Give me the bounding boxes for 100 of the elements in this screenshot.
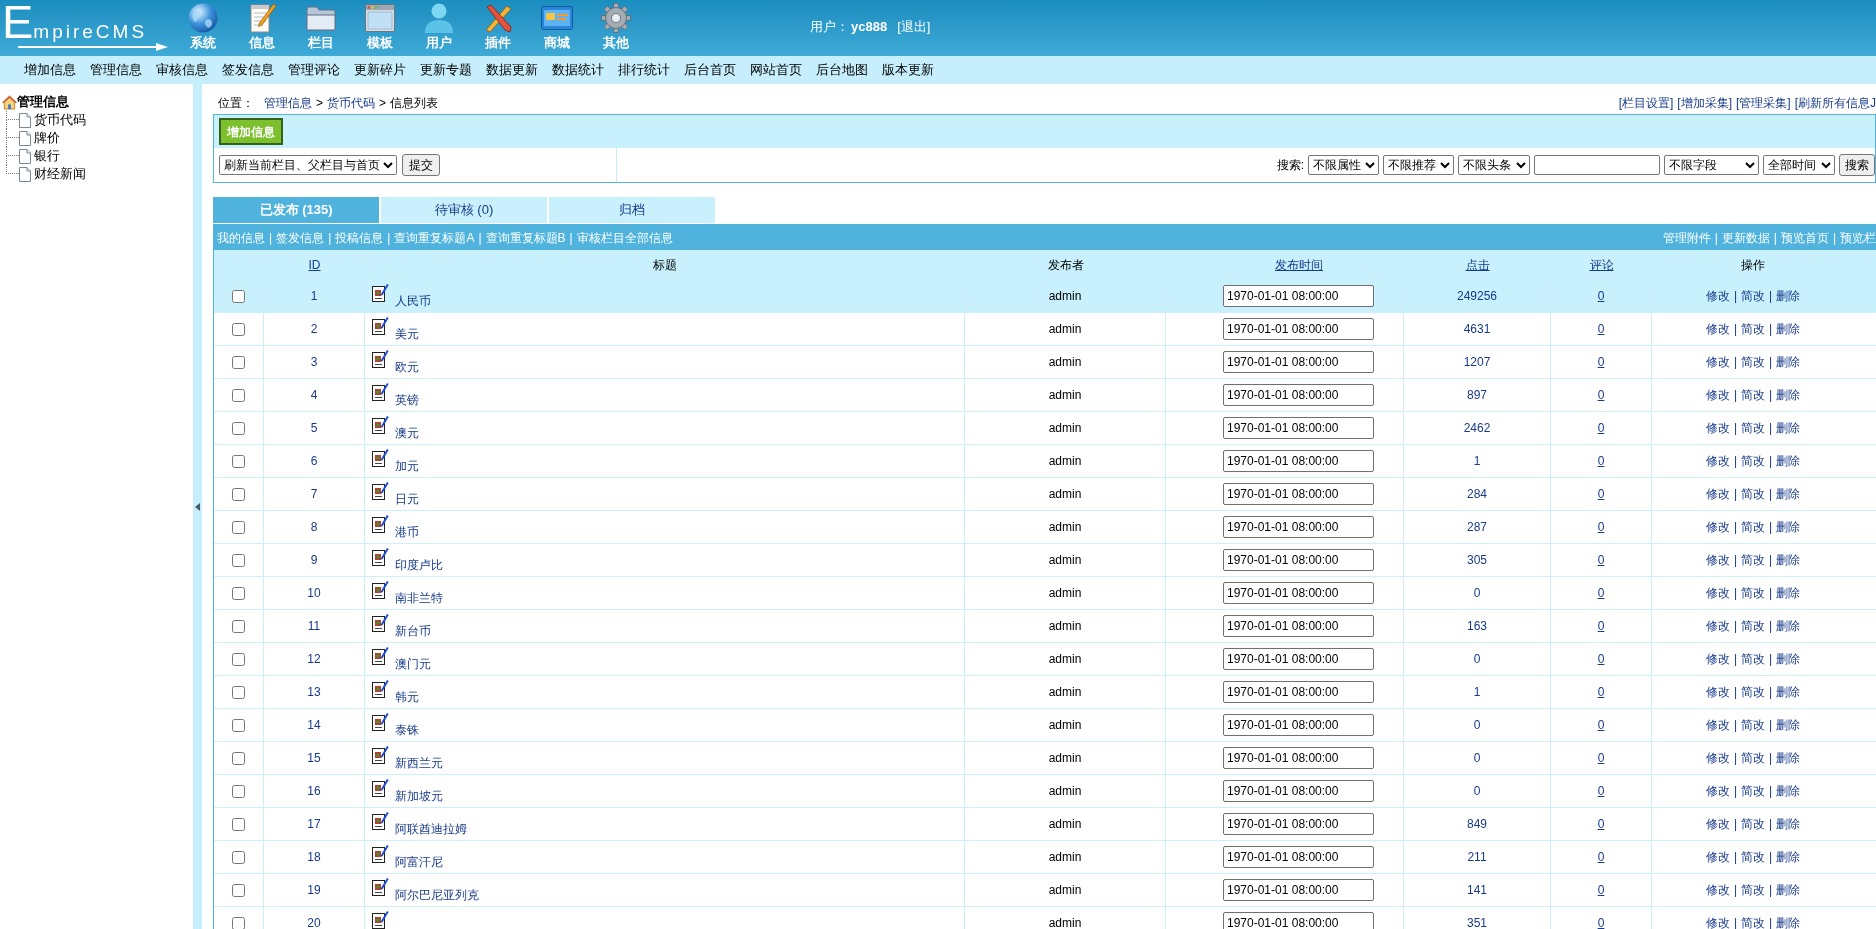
action-link[interactable]: 删除	[1776, 650, 1801, 668]
comments-link[interactable]: 0	[1597, 881, 1605, 899]
top-link[interactable]: [增加采集]	[1677, 94, 1732, 112]
title-link[interactable]: 美元	[395, 324, 419, 343]
date-field[interactable]: 1970-01-01 08:00:00	[1223, 483, 1374, 505]
row-checkbox[interactable]	[232, 652, 245, 666]
sort-link[interactable]: 点击	[1465, 256, 1490, 274]
action-link[interactable]: 简改	[1741, 683, 1765, 701]
action-link[interactable]: 简改	[1741, 650, 1765, 668]
action-link[interactable]: 删除	[1776, 881, 1801, 899]
tree-item[interactable]: 财经新闻	[34, 164, 86, 184]
title-link[interactable]: 泰铢	[395, 720, 419, 739]
nav-link[interactable]: 更新碎片	[354, 62, 406, 78]
action-link[interactable]: 修改	[1705, 353, 1730, 371]
top-link[interactable]: [栏目设置]	[1618, 94, 1674, 112]
date-field[interactable]: 1970-01-01 08:00:00	[1223, 582, 1374, 604]
action-link[interactable]: 修改	[1705, 650, 1730, 668]
action-link[interactable]: 删除	[1776, 716, 1801, 734]
filter-select[interactable]: 不限头条	[1458, 155, 1530, 175]
action-link[interactable]: 简改	[1741, 815, 1765, 833]
date-field[interactable]: 1970-01-01 08:00:00	[1223, 384, 1374, 406]
nav-link[interactable]: 管理评论	[288, 62, 340, 78]
top-link[interactable]: [刷新所有信息J	[1794, 94, 1876, 112]
comments-link[interactable]: 0	[1597, 617, 1605, 635]
sort-link[interactable]: ID	[308, 256, 321, 274]
date-field[interactable]: 1970-01-01 08:00:00	[1223, 549, 1374, 571]
comments-link[interactable]: 0	[1597, 683, 1605, 701]
date-field[interactable]: 1970-01-01 08:00:00	[1223, 516, 1374, 538]
collapse-arrow-icon[interactable]	[195, 502, 200, 511]
tree-item[interactable]: 货币代码	[34, 110, 86, 130]
breadcrumb-link[interactable]: 管理信息	[264, 94, 312, 112]
action-link[interactable]: 修改	[1705, 716, 1730, 734]
tree-item[interactable]: 管理信息	[17, 92, 69, 112]
row-checkbox[interactable]	[232, 421, 245, 435]
row-checkbox[interactable]	[232, 784, 245, 798]
title-link[interactable]: 日元	[395, 489, 419, 508]
action-link[interactable]: 删除	[1776, 914, 1801, 929]
action-link[interactable]: 修改	[1705, 386, 1730, 404]
action-link[interactable]: 删除	[1776, 320, 1801, 338]
comments-link[interactable]: 0	[1597, 452, 1605, 470]
comments-link[interactable]: 0	[1597, 914, 1605, 929]
row-checkbox[interactable]	[232, 487, 245, 501]
title-link[interactable]: 新西兰元	[395, 753, 443, 772]
title-link[interactable]: 阿联酋迪拉姆	[395, 819, 467, 838]
date-field[interactable]: 1970-01-01 08:00:00	[1223, 285, 1374, 307]
tree-item[interactable]: 银行	[34, 146, 60, 166]
submit-button[interactable]: 提交	[402, 154, 440, 176]
filter-select[interactable]: 全部时间	[1763, 155, 1835, 175]
row-checkbox[interactable]	[232, 454, 245, 468]
comments-link[interactable]: 0	[1597, 848, 1605, 866]
date-field[interactable]: 1970-01-01 08:00:00	[1223, 813, 1374, 835]
sort-link[interactable]: 发布时间	[1275, 256, 1323, 274]
nav-link[interactable]: 管理信息	[90, 62, 142, 78]
date-field[interactable]: 1970-01-01 08:00:00	[1223, 714, 1374, 736]
action-link[interactable]: 简改	[1741, 386, 1765, 404]
comments-link[interactable]: 0	[1597, 518, 1605, 536]
title-link[interactable]: 阿尔巴尼亚列克	[395, 885, 479, 904]
action-link[interactable]: 修改	[1705, 419, 1730, 437]
action-link[interactable]: 简改	[1741, 782, 1765, 800]
action-link[interactable]: 修改	[1705, 452, 1730, 470]
date-field[interactable]: 1970-01-01 08:00:00	[1223, 747, 1374, 769]
comments-link[interactable]: 0	[1597, 749, 1605, 767]
date-field[interactable]: 1970-01-01 08:00:00	[1223, 318, 1374, 340]
row-checkbox[interactable]	[232, 586, 245, 600]
action-link[interactable]: 删除	[1776, 287, 1801, 305]
search-button[interactable]: 搜索	[1839, 154, 1875, 176]
row-checkbox[interactable]	[232, 322, 245, 336]
action-link[interactable]: 修改	[1705, 518, 1730, 536]
nav-link[interactable]: 排行统计	[618, 62, 670, 78]
title-link[interactable]: 新加坡元	[395, 786, 443, 805]
row-checkbox[interactable]	[232, 817, 245, 831]
action-link[interactable]: 删除	[1776, 815, 1801, 833]
sort-link[interactable]: 评论	[1589, 256, 1614, 274]
filter-select[interactable]: 不限推荐	[1383, 155, 1454, 175]
action-link[interactable]: 简改	[1741, 848, 1765, 866]
action-link[interactable]: 修改	[1705, 617, 1730, 635]
action-link[interactable]: 修改	[1705, 584, 1730, 602]
title-link[interactable]: 港币	[395, 522, 419, 541]
row-checkbox[interactable]	[232, 916, 245, 929]
action-link[interactable]: 删除	[1776, 782, 1801, 800]
row-checkbox[interactable]	[232, 289, 245, 303]
title-link[interactable]: 新台币	[395, 621, 431, 640]
date-field[interactable]: 1970-01-01 08:00:00	[1223, 681, 1374, 703]
action-link[interactable]: 删除	[1776, 518, 1801, 536]
nav-link[interactable]: 后台首页	[684, 62, 736, 78]
date-field[interactable]: 1970-01-01 08:00:00	[1223, 417, 1374, 439]
row-checkbox[interactable]	[232, 553, 245, 567]
comments-link[interactable]: 0	[1597, 287, 1605, 305]
action-link[interactable]: 修改	[1705, 287, 1730, 305]
date-field[interactable]: 1970-01-01 08:00:00	[1223, 879, 1374, 901]
nav-link[interactable]: 后台地图	[816, 62, 868, 78]
action-link[interactable]: 删除	[1776, 749, 1801, 767]
action-link[interactable]: 修改	[1705, 551, 1730, 569]
action-link[interactable]: 简改	[1741, 551, 1765, 569]
action-link[interactable]: 修改	[1705, 914, 1730, 929]
comments-link[interactable]: 0	[1597, 782, 1605, 800]
nav-link[interactable]: 数据统计	[552, 62, 604, 78]
action-link[interactable]: 简改	[1741, 485, 1765, 503]
tab[interactable]: 待审核 (0)	[381, 197, 547, 223]
comments-link[interactable]: 0	[1597, 650, 1605, 668]
